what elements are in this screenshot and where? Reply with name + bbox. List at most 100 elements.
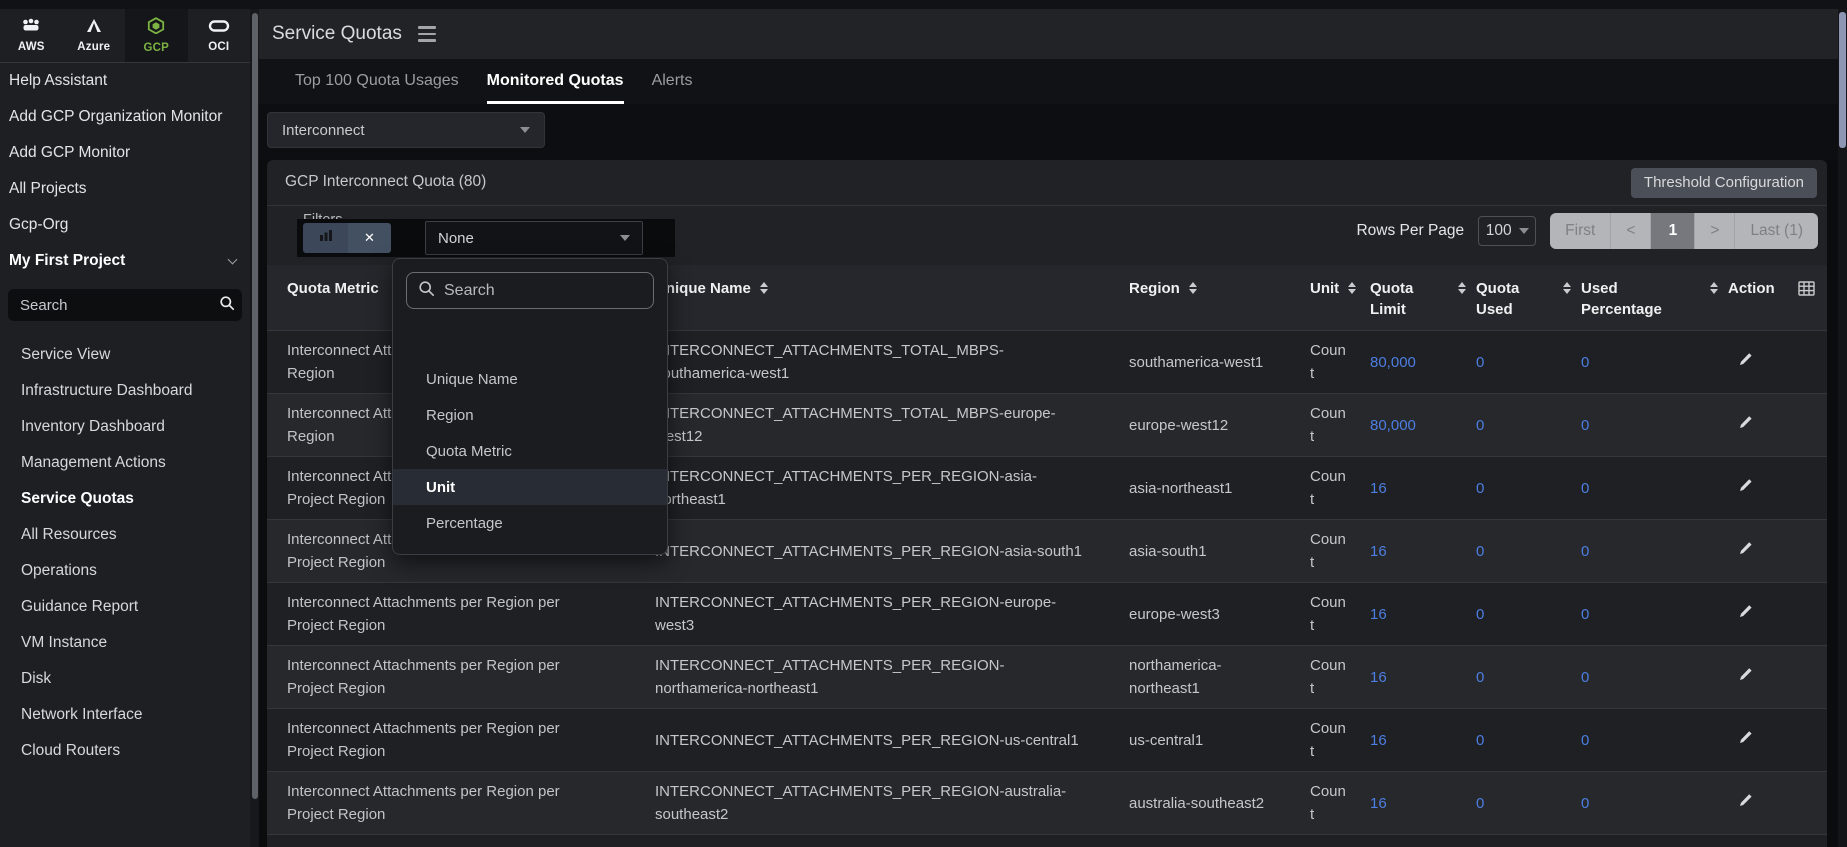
used-percentage-link[interactable]: 0 — [1581, 606, 1589, 623]
service-filter-select[interactable]: Interconnect — [267, 112, 545, 148]
sidebar-item-network-interface[interactable]: Network Interface — [0, 697, 250, 733]
sidebar-item-disk[interactable]: Disk — [0, 661, 250, 697]
quota-used-link[interactable]: 0 — [1476, 543, 1484, 560]
sidebar-item-add-gcp-monitor[interactable]: Add GCP Monitor — [0, 135, 250, 171]
filter-field-select[interactable]: None — [425, 221, 643, 255]
sort-icon[interactable] — [760, 282, 768, 295]
cell-unit: Count — [1310, 394, 1370, 456]
sidebar-item-all-projects[interactable]: All Projects — [0, 171, 250, 207]
option-region[interactable]: Region — [393, 397, 667, 433]
used-percentage-link[interactable]: 0 — [1581, 732, 1589, 749]
edit-pencil-icon[interactable] — [1738, 352, 1753, 367]
cell-unit: Count — [1310, 583, 1370, 645]
sort-icon[interactable] — [1348, 282, 1356, 295]
sidebar-item-operations[interactable]: Operations — [0, 553, 250, 589]
sidebar-item-all-resources[interactable]: All Resources — [0, 517, 250, 553]
filter-field-dropdown: Unique Name Region Quota Metric Unit Per… — [392, 258, 668, 555]
sidebar-item-guidance-report[interactable]: Guidance Report — [0, 589, 250, 625]
column-chooser-icon[interactable] — [1798, 281, 1815, 302]
option-unit[interactable]: Unit — [393, 469, 667, 505]
tab-monitored-quotas[interactable]: Monitored Quotas — [487, 59, 624, 104]
chevron-down-icon — [620, 235, 630, 241]
used-percentage-link[interactable]: 0 — [1581, 354, 1589, 371]
sidebar-item-service-quotas[interactable]: Service Quotas — [0, 481, 250, 517]
quota-limit-link[interactable]: 16 — [1370, 669, 1387, 686]
used-percentage-link[interactable]: 0 — [1581, 669, 1589, 686]
sidebar-project-selector[interactable]: My First Project — [0, 243, 250, 279]
quota-used-link[interactable]: 0 — [1476, 795, 1484, 812]
column-header-quota-used[interactable]: Quota Used — [1476, 276, 1581, 320]
hamburger-menu-icon[interactable] — [414, 22, 440, 46]
option-percentage[interactable]: Percentage — [393, 505, 667, 541]
tab-top-100-quota-usages[interactable]: Top 100 Quota Usages — [295, 59, 459, 104]
dropdown-search-input[interactable] — [444, 282, 651, 300]
edit-pencil-icon[interactable] — [1738, 667, 1753, 682]
pager-last-button[interactable]: Last (1) — [1734, 213, 1818, 249]
azure-icon — [84, 18, 104, 38]
filter-chip-type-button[interactable] — [303, 223, 348, 253]
column-header-region[interactable]: Region — [1129, 276, 1310, 320]
sidebar-scrollbar[interactable] — [250, 9, 259, 847]
quota-limit-link[interactable]: 16 — [1370, 480, 1387, 497]
used-percentage-link[interactable]: 0 — [1581, 480, 1589, 497]
column-header-unit[interactable]: Unit — [1310, 276, 1370, 320]
column-header-used-percentage[interactable]: Used Percentage — [1581, 276, 1728, 320]
provider-tab-aws[interactable]: AWS — [0, 9, 63, 62]
sidebar-item-infrastructure-dashboard[interactable]: Infrastructure Dashboard — [0, 373, 250, 409]
sidebar-search-input[interactable] — [20, 297, 219, 314]
partial-next-row — [267, 834, 1827, 847]
sidebar-item-service-view[interactable]: Service View — [0, 337, 250, 373]
used-percentage-link[interactable]: 0 — [1581, 417, 1589, 434]
used-percentage-link[interactable]: 0 — [1581, 795, 1589, 812]
quota-limit-link[interactable]: 16 — [1370, 606, 1387, 623]
quota-used-link[interactable]: 0 — [1476, 669, 1484, 686]
cell-region: europe-west12 — [1129, 406, 1310, 445]
sidebar-item-inventory-dashboard[interactable]: Inventory Dashboard — [0, 409, 250, 445]
sidebar-scrollbar-thumb[interactable] — [252, 13, 258, 799]
edit-pencil-icon[interactable] — [1738, 730, 1753, 745]
column-header-unique-name[interactable]: Unique Name — [655, 276, 1129, 320]
pager-next-button[interactable]: > — [1694, 213, 1734, 249]
filter-chip-remove-button[interactable]: ✕ — [348, 223, 391, 253]
sort-icon[interactable] — [1189, 282, 1197, 295]
option-unique-name[interactable]: Unique Name — [393, 361, 667, 397]
sidebar-item-cloud-routers[interactable]: Cloud Routers — [0, 733, 250, 769]
quota-limit-link[interactable]: 80,000 — [1370, 354, 1416, 371]
quota-used-link[interactable]: 0 — [1476, 354, 1484, 371]
sort-icon[interactable] — [1710, 282, 1718, 295]
quota-limit-link[interactable]: 80,000 — [1370, 417, 1416, 434]
pager-prev-button[interactable]: < — [1610, 213, 1650, 249]
column-header-quota-limit[interactable]: Quota Limit — [1370, 276, 1476, 320]
sidebar-item-add-gcp-org-monitor[interactable]: Add GCP Organization Monitor — [0, 99, 250, 135]
sort-icon[interactable] — [1563, 282, 1571, 295]
edit-pencil-icon[interactable] — [1738, 415, 1753, 430]
main-scrollbar[interactable] — [1838, 9, 1847, 847]
edit-pencil-icon[interactable] — [1738, 541, 1753, 556]
quota-used-link[interactable]: 0 — [1476, 732, 1484, 749]
sidebar-item-vm-instance[interactable]: VM Instance — [0, 625, 250, 661]
quota-used-link[interactable]: 0 — [1476, 417, 1484, 434]
edit-pencil-icon[interactable] — [1738, 478, 1753, 493]
sidebar-item-management-actions[interactable]: Management Actions — [0, 445, 250, 481]
quota-limit-link[interactable]: 16 — [1370, 795, 1387, 812]
main-scrollbar-thumb[interactable] — [1839, 12, 1846, 148]
quota-used-link[interactable]: 0 — [1476, 606, 1484, 623]
provider-label: GCP — [143, 42, 169, 54]
quota-limit-link[interactable]: 16 — [1370, 543, 1387, 560]
tab-alerts[interactable]: Alerts — [652, 59, 693, 104]
sidebar-item-gcp-org[interactable]: Gcp-Org — [0, 207, 250, 243]
edit-pencil-icon[interactable] — [1738, 793, 1753, 808]
option-quota-metric[interactable]: Quota Metric — [393, 433, 667, 469]
pager-first-button[interactable]: First — [1550, 213, 1610, 249]
sidebar-item-help-assistant[interactable]: Help Assistant — [0, 63, 250, 99]
sort-icon[interactable] — [1458, 282, 1466, 295]
quota-limit-link[interactable]: 16 — [1370, 732, 1387, 749]
threshold-configuration-button[interactable]: Threshold Configuration — [1631, 168, 1817, 198]
used-percentage-link[interactable]: 0 — [1581, 543, 1589, 560]
quota-used-link[interactable]: 0 — [1476, 480, 1484, 497]
provider-tab-oci[interactable]: OCI — [188, 9, 251, 62]
provider-tab-gcp[interactable]: GCP — [125, 9, 188, 62]
provider-tab-azure[interactable]: Azure — [63, 9, 126, 62]
rows-per-page-select[interactable]: 100 — [1478, 216, 1536, 246]
edit-pencil-icon[interactable] — [1738, 604, 1753, 619]
